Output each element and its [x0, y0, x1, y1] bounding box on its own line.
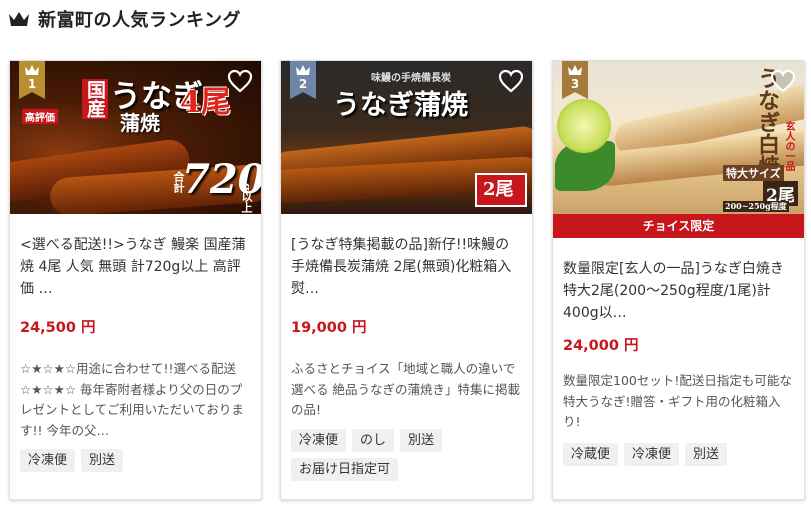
product-description: ☆★☆★☆用途に合わせて!!選べる配送☆★☆★☆ 毎年寄附者様より父の日のプレゼ… — [20, 361, 244, 438]
product-image-3[interactable]: うなぎ白焼 玄人の一品 特大サイズ 2尾 200~250g程度 3 — [553, 61, 804, 214]
product-title[interactable]: 数量限定[玄人の一品]うなぎ白焼き 特大2尾(200〜250g程度/1尾)計40… — [563, 258, 794, 324]
page-title: 新富町の人気ランキング — [38, 10, 241, 31]
tag-list: 冷蔵便 冷凍便 別送 — [563, 443, 794, 466]
image-text: 200~250g程度 — [723, 201, 789, 212]
tag: 別送 — [685, 443, 728, 466]
tag: 冷凍便 — [624, 443, 680, 466]
crown-icon — [9, 12, 29, 26]
heart-icon[interactable] — [770, 69, 796, 93]
image-text: 特大サイズ — [723, 165, 784, 181]
product-title[interactable]: <選べる配送!!>うなぎ 鰻楽 国産蒲焼 4尾 人気 無頭 計720g以上 高評… — [20, 234, 251, 300]
product-card-2[interactable]: 味鰻の手焼備長炭 うなぎ蒲焼 2尾 2 [うなぎ特集掲載の品]新仔!!味鰻の手焼… — [280, 60, 533, 500]
tag: 別送 — [81, 449, 124, 472]
heart-icon[interactable] — [227, 69, 253, 93]
heart-icon[interactable] — [498, 69, 524, 93]
product-card-3[interactable]: うなぎ白焼 玄人の一品 特大サイズ 2尾 200~250g程度 3 チョイス限定… — [552, 60, 805, 500]
product-description: ふるさとチョイス「地域と職人の違いで選べる 絶品うなぎの蒲焼き」特集に掲載の品! — [291, 361, 520, 417]
image-text: g以上 — [240, 183, 253, 213]
ranking-header: 新富町の人気ランキング — [8, 6, 241, 32]
tag-list: 冷凍便 別送 — [20, 449, 251, 472]
tag: 別送 — [400, 429, 443, 452]
image-text: 2尾 — [483, 179, 514, 200]
image-text: 味鰻の手焼備長炭 — [371, 73, 451, 84]
product-card-1[interactable]: 国産 うなぎ 蒲焼 4尾 高評価 合計 720 g以上 1 <選べる配送!!>う… — [9, 60, 262, 500]
image-text: 4尾 — [180, 85, 231, 120]
product-image-1[interactable]: 国産 うなぎ 蒲焼 4尾 高評価 合計 720 g以上 1 — [10, 61, 261, 214]
product-image-2[interactable]: 味鰻の手焼備長炭 うなぎ蒲焼 2尾 2 — [281, 61, 532, 214]
exclusive-banner: チョイス限定 — [553, 214, 804, 238]
image-text: 国産 — [82, 79, 108, 119]
tag: 冷凍便 — [20, 449, 76, 472]
tag: 冷蔵便 — [563, 443, 619, 466]
tag: 冷凍便 — [291, 429, 347, 452]
product-price: 19,000 円 — [291, 320, 367, 336]
crown-icon — [568, 65, 582, 75]
crown-icon — [296, 65, 310, 75]
image-text: 蒲焼 — [120, 111, 160, 135]
product-description: 数量限定100セット!配送日指定も可能な特大うなぎ!贈答・ギフト用の化粧箱入り! — [563, 373, 792, 429]
image-text: うなぎ蒲焼 — [333, 90, 468, 121]
product-title[interactable]: [うなぎ特集掲載の品]新仔!!味鰻の手焼備長炭蒲焼 2尾(無頭)化粧箱入 熨… — [291, 234, 522, 300]
rank-number: 1 — [27, 77, 37, 91]
image-text: 高評価 — [22, 109, 58, 124]
image-text: 玄人の一品 — [783, 121, 794, 171]
product-price: 24,000 円 — [563, 338, 639, 354]
product-price: 24,500 円 — [20, 320, 96, 336]
tag: お届け日指定可 — [291, 458, 399, 481]
crown-icon — [25, 65, 39, 75]
tag-list: 冷凍便 のし 別送 お届け日指定可 — [291, 429, 491, 481]
tag: のし — [352, 429, 395, 452]
rank-number: 3 — [570, 77, 580, 91]
rank-number: 2 — [298, 77, 308, 91]
